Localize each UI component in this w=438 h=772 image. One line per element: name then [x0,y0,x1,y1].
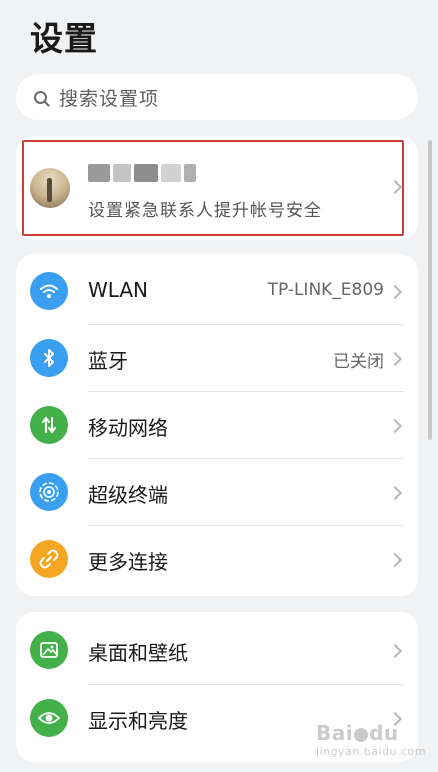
eye-icon [30,699,68,737]
wifi-icon [30,272,68,310]
wallpaper-icon [30,631,68,669]
settings-item-mobile-network[interactable]: 移动网络 [16,392,418,459]
highlight-box [22,140,404,236]
watermark-text2: du [369,721,399,745]
search-input[interactable]: 搜索设置项 [16,74,418,120]
settings-item-home-wallpaper[interactable]: 桌面和壁纸 [16,617,418,684]
page-title: 设置 [30,19,98,58]
wlan-value: TP-LINK_E809 [267,280,384,300]
bluetooth-icon [30,339,68,377]
chevron-right-icon [387,552,403,568]
settings-item-more-connections[interactable]: 更多连接 [16,526,418,593]
chevron-right-icon [387,418,403,434]
chevron-right-icon [387,351,403,367]
settings-item-bluetooth[interactable]: 蓝牙 已关闭 [16,325,418,392]
home-wallpaper-label: 桌面和壁纸 [88,641,188,665]
search-icon [34,90,47,104]
bluetooth-value: 已关闭 [333,352,384,372]
search-placeholder: 搜索设置项 [59,87,160,110]
baidu-watermark: Bai du jingyan.baidu.com [316,721,426,758]
scrollbar[interactable] [428,140,432,440]
link-icon [30,540,68,578]
settings-item-super-device[interactable]: 超级终端 [16,459,418,526]
chevron-right-icon [387,643,403,659]
wlan-label: WLAN [88,278,149,302]
display-brightness-label: 显示和亮度 [88,709,188,733]
bluetooth-label: 蓝牙 [88,349,128,373]
watermark-sub: jingyan.baidu.com [315,745,426,758]
super-device-icon [30,473,68,511]
watermark-text: Bai [315,721,354,745]
connectivity-card: WLAN TP-LINK_E809 蓝牙 已关闭 移动网络 超级终端 更多连接 [16,254,418,596]
mobile-network-label: 移动网络 [88,416,168,440]
mobile-data-icon [30,406,68,444]
chevron-right-icon [387,485,403,501]
settings-item-wlan[interactable]: WLAN TP-LINK_E809 [16,258,418,325]
super-device-label: 超级终端 [88,483,168,507]
chevron-right-icon [387,284,403,300]
more-connections-label: 更多连接 [88,550,168,574]
